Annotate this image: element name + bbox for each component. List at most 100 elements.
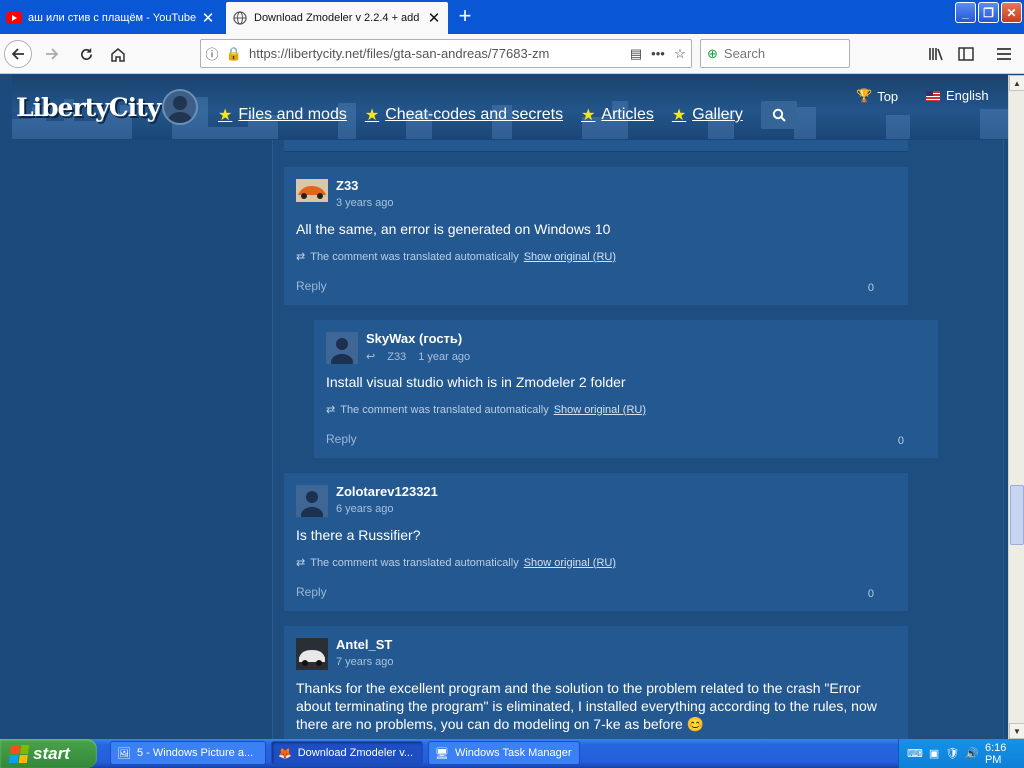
us-flag-icon (926, 90, 940, 101)
bookmark-star-icon[interactable]: ☆ (669, 46, 691, 62)
tab-youtube[interactable]: аш или стив с плащём - YouTube ✕ (0, 2, 222, 34)
menu-gallery[interactable]: ★ Gallery (672, 105, 743, 125)
hamburger-menu-icon (997, 48, 1011, 60)
task-label: Download Zmodeler v... (297, 747, 414, 759)
scroll-down-arrow-icon[interactable]: ▼ (1009, 723, 1024, 739)
reply-button[interactable]: Reply (296, 279, 327, 293)
show-original-link[interactable]: Show original (RU) (524, 251, 616, 263)
comment-avatar[interactable] (326, 332, 358, 364)
translation-text: The comment was translated automatically (310, 250, 519, 263)
close-tab-icon[interactable]: ✕ (426, 9, 442, 27)
comment: Antel_ST 7 years ago Thanks for the exce… (284, 626, 908, 739)
page-scrollbar[interactable]: ▲ ▼ (1008, 75, 1024, 739)
window-controls: _ ❐ ✕ (955, 2, 1022, 23)
windows-logo-icon (8, 744, 30, 763)
reload-icon (80, 47, 92, 60)
comment-time: 6 years ago (336, 503, 394, 515)
security-shield-icon[interactable]: 🛡 (945, 747, 959, 760)
close-window-button[interactable]: ✕ (1001, 2, 1022, 23)
show-original-link[interactable]: Show original (RU) (524, 557, 616, 569)
info-icon[interactable]: ⓘ (201, 44, 223, 63)
comment-meta: 7 years ago (336, 656, 393, 668)
previous-comment-edge (284, 140, 908, 152)
tab-zmodeler[interactable]: Download Zmodeler v 2.2.4 + add ✕ (226, 2, 448, 34)
menu-articles[interactable]: ★ Articles (581, 105, 654, 125)
close-tab-icon[interactable]: ✕ (200, 9, 216, 27)
url-text[interactable]: https://libertycity.net/files/gta-san-an… (249, 46, 625, 61)
comment-text: Is there a Russifier? (296, 527, 421, 543)
comment-author[interactable]: SkyWax (гость) (366, 331, 462, 346)
comment-time: 7 years ago (336, 656, 394, 668)
taskbar-item-picture-viewer[interactable]: 🖼 5 - Windows Picture a... (110, 741, 266, 765)
back-arrow-icon (11, 48, 24, 60)
reply-to-user[interactable]: Z33 (387, 351, 406, 363)
top-label[interactable]: Top (877, 89, 898, 104)
language-selector[interactable]: English (926, 88, 989, 103)
reload-button[interactable] (72, 40, 100, 68)
comment-avatar[interactable] (296, 485, 328, 517)
show-original-link[interactable]: Show original (RU) (554, 404, 646, 416)
site-search-button[interactable] (760, 101, 797, 129)
network-icon[interactable]: ▣ (929, 747, 939, 760)
forward-button[interactable] (38, 40, 66, 68)
user-avatar[interactable] (162, 89, 198, 125)
tab-title: Download Zmodeler v 2.2.4 + add (254, 12, 420, 24)
minimize-button[interactable]: _ (955, 2, 976, 23)
keyboard-icon[interactable]: ⌨ (907, 747, 923, 760)
menu-files-and-mods[interactable]: ★ Files and mods (218, 105, 347, 125)
clock[interactable]: 6:16 PM (985, 742, 1016, 766)
page-actions-icon[interactable]: ••• (647, 46, 669, 61)
reader-view-icon[interactable]: ▤ (625, 46, 647, 62)
search-icon (772, 108, 786, 122)
menu-label[interactable]: Files and mods (238, 106, 347, 124)
menu-label[interactable]: Cheat-codes and secrets (385, 106, 563, 124)
comment-author[interactable]: Antel_ST (336, 637, 392, 652)
menu-label[interactable]: Articles (601, 106, 653, 124)
top-link[interactable]: 🏆 Top (856, 88, 898, 104)
comment-author[interactable]: Zolotarev123321 (336, 484, 438, 499)
translation-text: The comment was translated automatically (340, 403, 549, 416)
taskbar-item-firefox[interactable]: 🦊 Download Zmodeler v... (271, 741, 423, 765)
menu-label[interactable]: Gallery (692, 106, 743, 124)
system-tray: ⌨ ▣ 🛡 🔊 6:16 PM (898, 739, 1024, 768)
new-tab-button[interactable]: + (452, 4, 478, 30)
translation-note: ⇄ The comment was translated automatical… (296, 250, 616, 264)
language-label[interactable]: English (946, 88, 989, 103)
translation-note: ⇄ The comment was translated automatical… (326, 403, 646, 417)
site-logo[interactable]: LibertyCity (16, 93, 161, 122)
main-menu: ★ Files and mods ★ Cheat-codes and secre… (218, 101, 797, 129)
sidebar-button[interactable] (952, 40, 980, 68)
sidebar-icon (958, 47, 974, 61)
scroll-thumb[interactable] (1010, 485, 1024, 545)
globe-icon (232, 10, 248, 26)
home-button[interactable] (104, 40, 132, 68)
picture-viewer-icon: 🖼 (117, 747, 131, 760)
lock-warning-icon[interactable]: 🔒 (223, 46, 245, 62)
library-button[interactable] (922, 40, 950, 68)
search-input[interactable]: ⊕ Search (700, 39, 850, 68)
scroll-up-arrow-icon[interactable]: ▲ (1009, 75, 1024, 91)
menu-button[interactable] (990, 40, 1018, 68)
back-button[interactable] (4, 40, 32, 68)
reply-arrow-icon: ↩ (366, 351, 376, 363)
firefox-icon: 🦊 (278, 747, 292, 760)
search-icon: ⊕ (707, 45, 718, 61)
comment-meta: ↩ Z33 1 year ago (366, 350, 471, 364)
comment-avatar[interactable] (296, 179, 328, 202)
address-bar[interactable]: ⓘ 🔒 https://libertycity.net/files/gta-sa… (200, 39, 692, 68)
comment-avatar[interactable] (296, 638, 328, 670)
taskbar-item-task-manager[interactable]: 🖥 Windows Task Manager (428, 741, 580, 765)
reply-button[interactable]: Reply (326, 432, 357, 446)
smile-emoji-icon: 😊 (686, 716, 705, 732)
menu-cheat-codes[interactable]: ★ Cheat-codes and secrets (365, 105, 563, 125)
comment-author[interactable]: Z33 (336, 178, 358, 193)
start-button[interactable]: start (0, 739, 97, 768)
restore-button[interactable]: ❐ (978, 2, 999, 23)
comment-reply: SkyWax (гость) ↩ Z33 1 year ago Install … (314, 320, 938, 458)
reply-button[interactable]: Reply (296, 585, 327, 599)
star-icon: ★ (364, 107, 380, 124)
task-manager-icon: 🖥 (435, 747, 449, 760)
page-viewport: LibertyCity ★ Files and mods ★ Cheat-cod… (0, 75, 1008, 739)
comment-time: 1 year ago (418, 350, 471, 363)
volume-icon[interactable]: 🔊 (965, 747, 979, 760)
